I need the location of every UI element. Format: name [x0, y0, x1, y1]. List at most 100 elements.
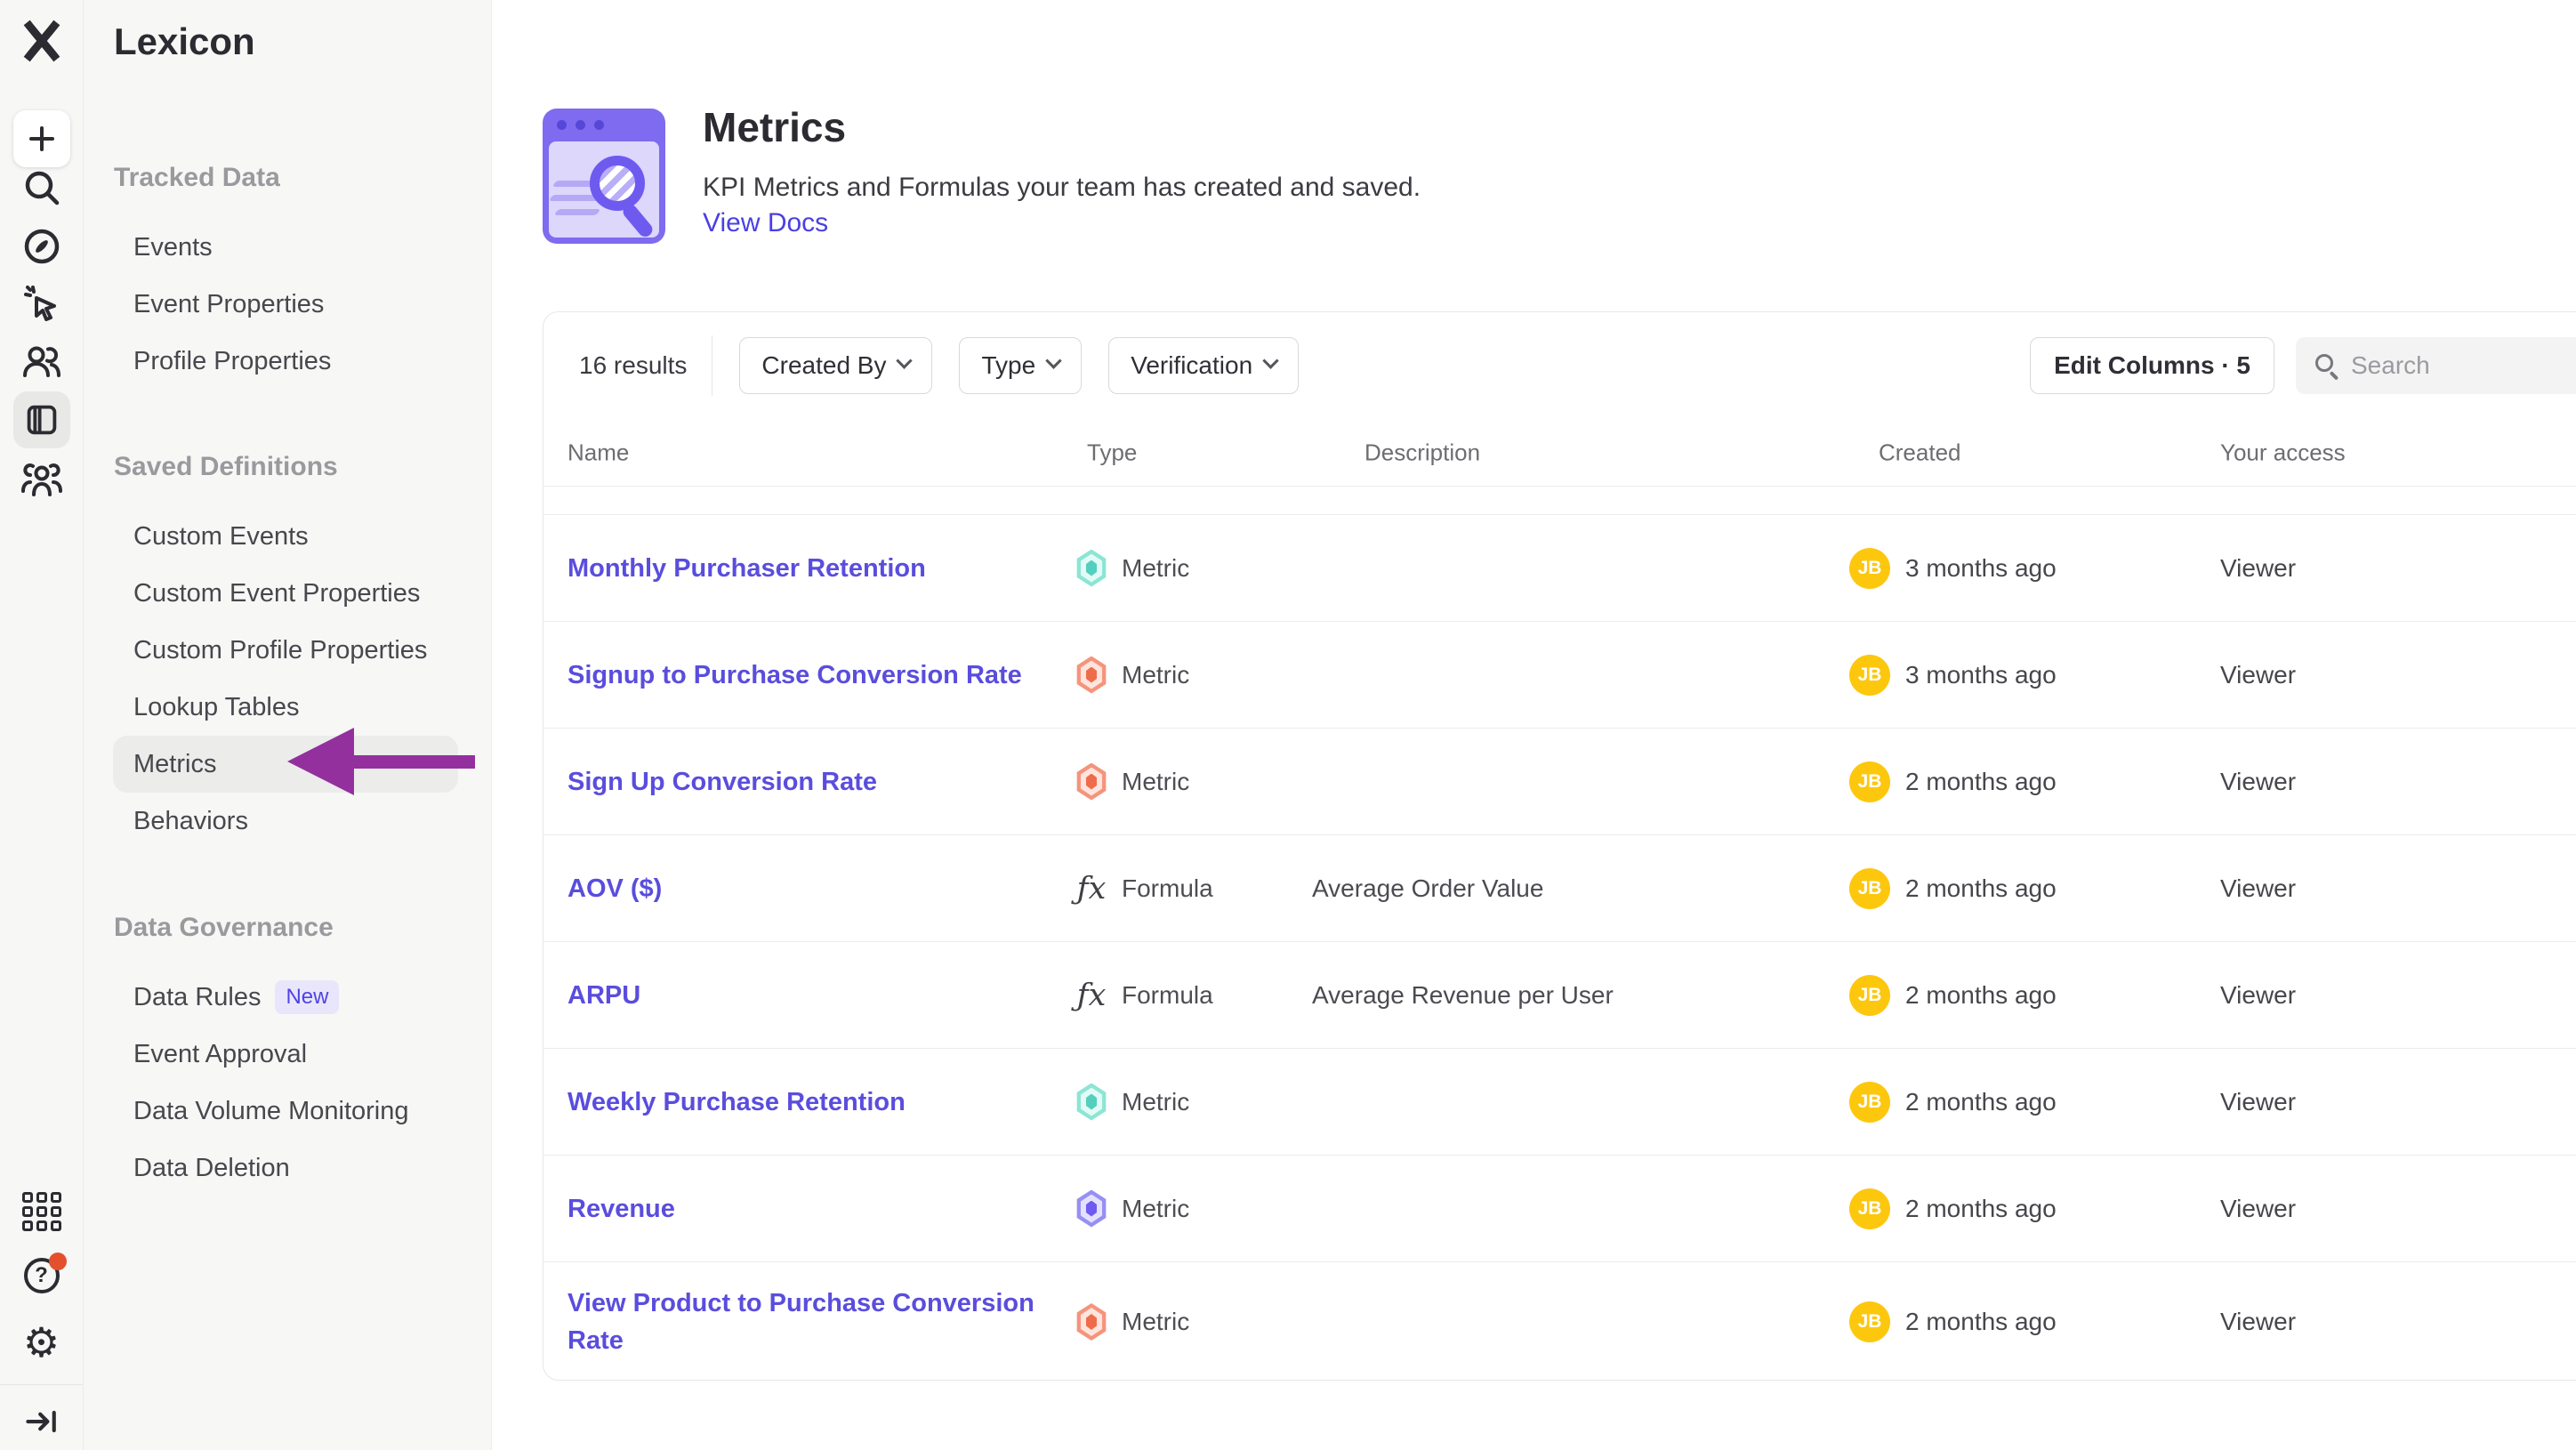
- sign-out-icon[interactable]: [22, 1402, 61, 1441]
- column-header-name: Name: [568, 439, 629, 466]
- group-icon[interactable]: [20, 459, 63, 502]
- search-input[interactable]: [2351, 351, 2573, 380]
- sidebar-item-profile-properties[interactable]: Profile Properties: [113, 333, 458, 390]
- new-badge: New: [275, 980, 339, 1014]
- sidebar-item-data-rules[interactable]: Data Rules New: [113, 969, 458, 1026]
- chevron-down-icon: [897, 352, 913, 368]
- sidebar-item-custom-profile-properties[interactable]: Custom Profile Properties: [113, 622, 458, 679]
- filter-created-by[interactable]: Created By: [739, 337, 932, 394]
- description-cell: Average Revenue per User: [1312, 981, 1614, 1010]
- metrics-illustration-icon: [543, 109, 665, 244]
- column-header-created: Created: [1879, 439, 1961, 466]
- users-icon[interactable]: [20, 340, 63, 383]
- sidebar-item-data-volume-monitoring[interactable]: Data Volume Monitoring: [113, 1083, 458, 1140]
- metric-name-link[interactable]: Revenue: [568, 1190, 1066, 1228]
- boards-compass-icon[interactable]: [20, 225, 63, 268]
- filter-label: Type: [981, 351, 1035, 380]
- search-nav-icon[interactable]: [20, 166, 63, 209]
- sidebar-item-data-deletion[interactable]: Data Deletion: [113, 1140, 458, 1196]
- metric-hexagon-icon: [1075, 763, 1108, 801]
- sidebar-item-label: Events: [133, 219, 213, 276]
- access-cell: Viewer: [2220, 874, 2296, 903]
- sidebar-section: Tracked Data Events Event Properties Pro…: [84, 162, 491, 390]
- avatar: JB: [1849, 975, 1890, 1016]
- metric-name-link[interactable]: ARPU: [568, 977, 1066, 1014]
- sidebar-item-event-approval[interactable]: Event Approval: [113, 1026, 458, 1083]
- table-row: AOV ($) ƒx Formula Average Order Value J…: [543, 835, 2576, 942]
- mixpanel-logo-icon[interactable]: [20, 20, 63, 62]
- sidebar-item-events[interactable]: Events: [113, 219, 458, 276]
- table-search: [2296, 337, 2576, 394]
- type-cell: Metric: [1075, 1083, 1189, 1121]
- type-cell: Metric: [1075, 550, 1189, 587]
- sidebar-item-label: Behaviors: [133, 793, 248, 850]
- column-header-your-access: Your access: [2220, 439, 2346, 466]
- created-cell: JB 3 months ago: [1849, 655, 2057, 696]
- sidebar-item-label: Data Volume Monitoring: [133, 1083, 409, 1140]
- metric-name-link[interactable]: Sign Up Conversion Rate: [568, 763, 1066, 801]
- access-cell: Viewer: [2220, 1308, 2296, 1336]
- create-plus-button[interactable]: [13, 110, 70, 167]
- metric-hexagon-icon: [1075, 550, 1108, 587]
- created-time: 3 months ago: [1905, 554, 2057, 583]
- access-cell: Viewer: [2220, 1088, 2296, 1116]
- metric-name-link[interactable]: Signup to Purchase Conversion Rate: [568, 657, 1066, 694]
- access-cell: Viewer: [2220, 1195, 2296, 1223]
- lexicon-panel-icon-selected[interactable]: [13, 391, 70, 448]
- sidebar-item-label: Custom Event Properties: [133, 565, 420, 622]
- type-cell: ƒx Formula: [1075, 978, 1213, 1013]
- settings-gear-icon[interactable]: ⚙: [23, 1322, 60, 1363]
- sidebar-section-items: Events Event Properties Profile Properti…: [84, 219, 491, 390]
- created-time: 2 months ago: [1905, 1088, 2057, 1116]
- table-row: ARPU ƒx Formula Average Revenue per User…: [543, 942, 2576, 1049]
- sidebar-sections: Tracked Data Events Event Properties Pro…: [84, 162, 491, 1196]
- results-count: 16 results: [579, 351, 687, 380]
- table-row: Sign Up Conversion Rate Metric JB 2 mont…: [543, 729, 2576, 835]
- created-time: 2 months ago: [1905, 981, 2057, 1010]
- sidebar-section-label: Tracked Data: [114, 162, 491, 194]
- sidebar-item-custom-events[interactable]: Custom Events: [113, 508, 458, 565]
- window-dot: [576, 120, 585, 130]
- created-cell: JB 3 months ago: [1849, 548, 2057, 589]
- sidebar-section-label: Saved Definitions: [114, 451, 491, 483]
- type-cell: Metric: [1075, 763, 1189, 801]
- access-cell: Viewer: [2220, 661, 2296, 689]
- sidebar-section-label: Data Governance: [114, 912, 491, 944]
- table-row: View Product to Purchase Conversion Rate…: [543, 1262, 2576, 1382]
- apps-grid-icon[interactable]: [22, 1192, 61, 1231]
- created-time: 3 months ago: [1905, 661, 2057, 689]
- window-dot: [557, 120, 567, 130]
- description-cell: Average Order Value: [1312, 874, 1543, 903]
- created-cell: JB 2 months ago: [1849, 1301, 2057, 1342]
- filter-type[interactable]: Type: [959, 337, 1082, 394]
- sidebar-item-label: Metrics: [133, 736, 216, 793]
- type-label: Metric: [1122, 554, 1189, 583]
- sidebar-section-items: Data Rules New Event Approval Data Volum…: [84, 969, 491, 1196]
- chevron-down-icon: [1045, 352, 1061, 368]
- view-docs-link[interactable]: View Docs: [703, 208, 828, 238]
- type-cell: Metric: [1075, 1303, 1189, 1341]
- table-toolbar: 16 results Created By Type Verification …: [543, 312, 2576, 419]
- filter-verification[interactable]: Verification: [1108, 337, 1299, 394]
- metric-name-link[interactable]: View Product to Purchase Conversion Rate: [568, 1285, 1066, 1359]
- events-cursor-click-icon[interactable]: [20, 282, 63, 325]
- type-label: Metric: [1122, 1195, 1189, 1223]
- type-label: Formula: [1122, 874, 1213, 903]
- metric-hexagon-icon: [1075, 657, 1108, 694]
- created-time: 2 months ago: [1905, 1195, 2057, 1223]
- created-time: 2 months ago: [1905, 1308, 2057, 1336]
- sidebar-item-event-properties[interactable]: Event Properties: [113, 276, 458, 333]
- rail-divider: [0, 1384, 83, 1385]
- help-icon[interactable]: ?: [22, 1256, 61, 1295]
- type-label: Metric: [1122, 1308, 1189, 1336]
- edit-columns-button[interactable]: Edit Columns · 5: [2030, 337, 2274, 394]
- avatar: JB: [1849, 1188, 1890, 1229]
- sidebar-item-custom-event-properties[interactable]: Custom Event Properties: [113, 565, 458, 622]
- sidebar-item-label: Data Deletion: [133, 1140, 290, 1196]
- chevron-down-icon: [1262, 352, 1278, 368]
- table-row: Monthly Purchaser Retention Metric JB 3 …: [543, 515, 2576, 622]
- metric-name-link[interactable]: Monthly Purchaser Retention: [568, 550, 1066, 587]
- magnifier-lens-icon: [590, 156, 645, 211]
- metric-name-link[interactable]: AOV ($): [568, 870, 1066, 907]
- metric-name-link[interactable]: Weekly Purchase Retention: [568, 1083, 1066, 1121]
